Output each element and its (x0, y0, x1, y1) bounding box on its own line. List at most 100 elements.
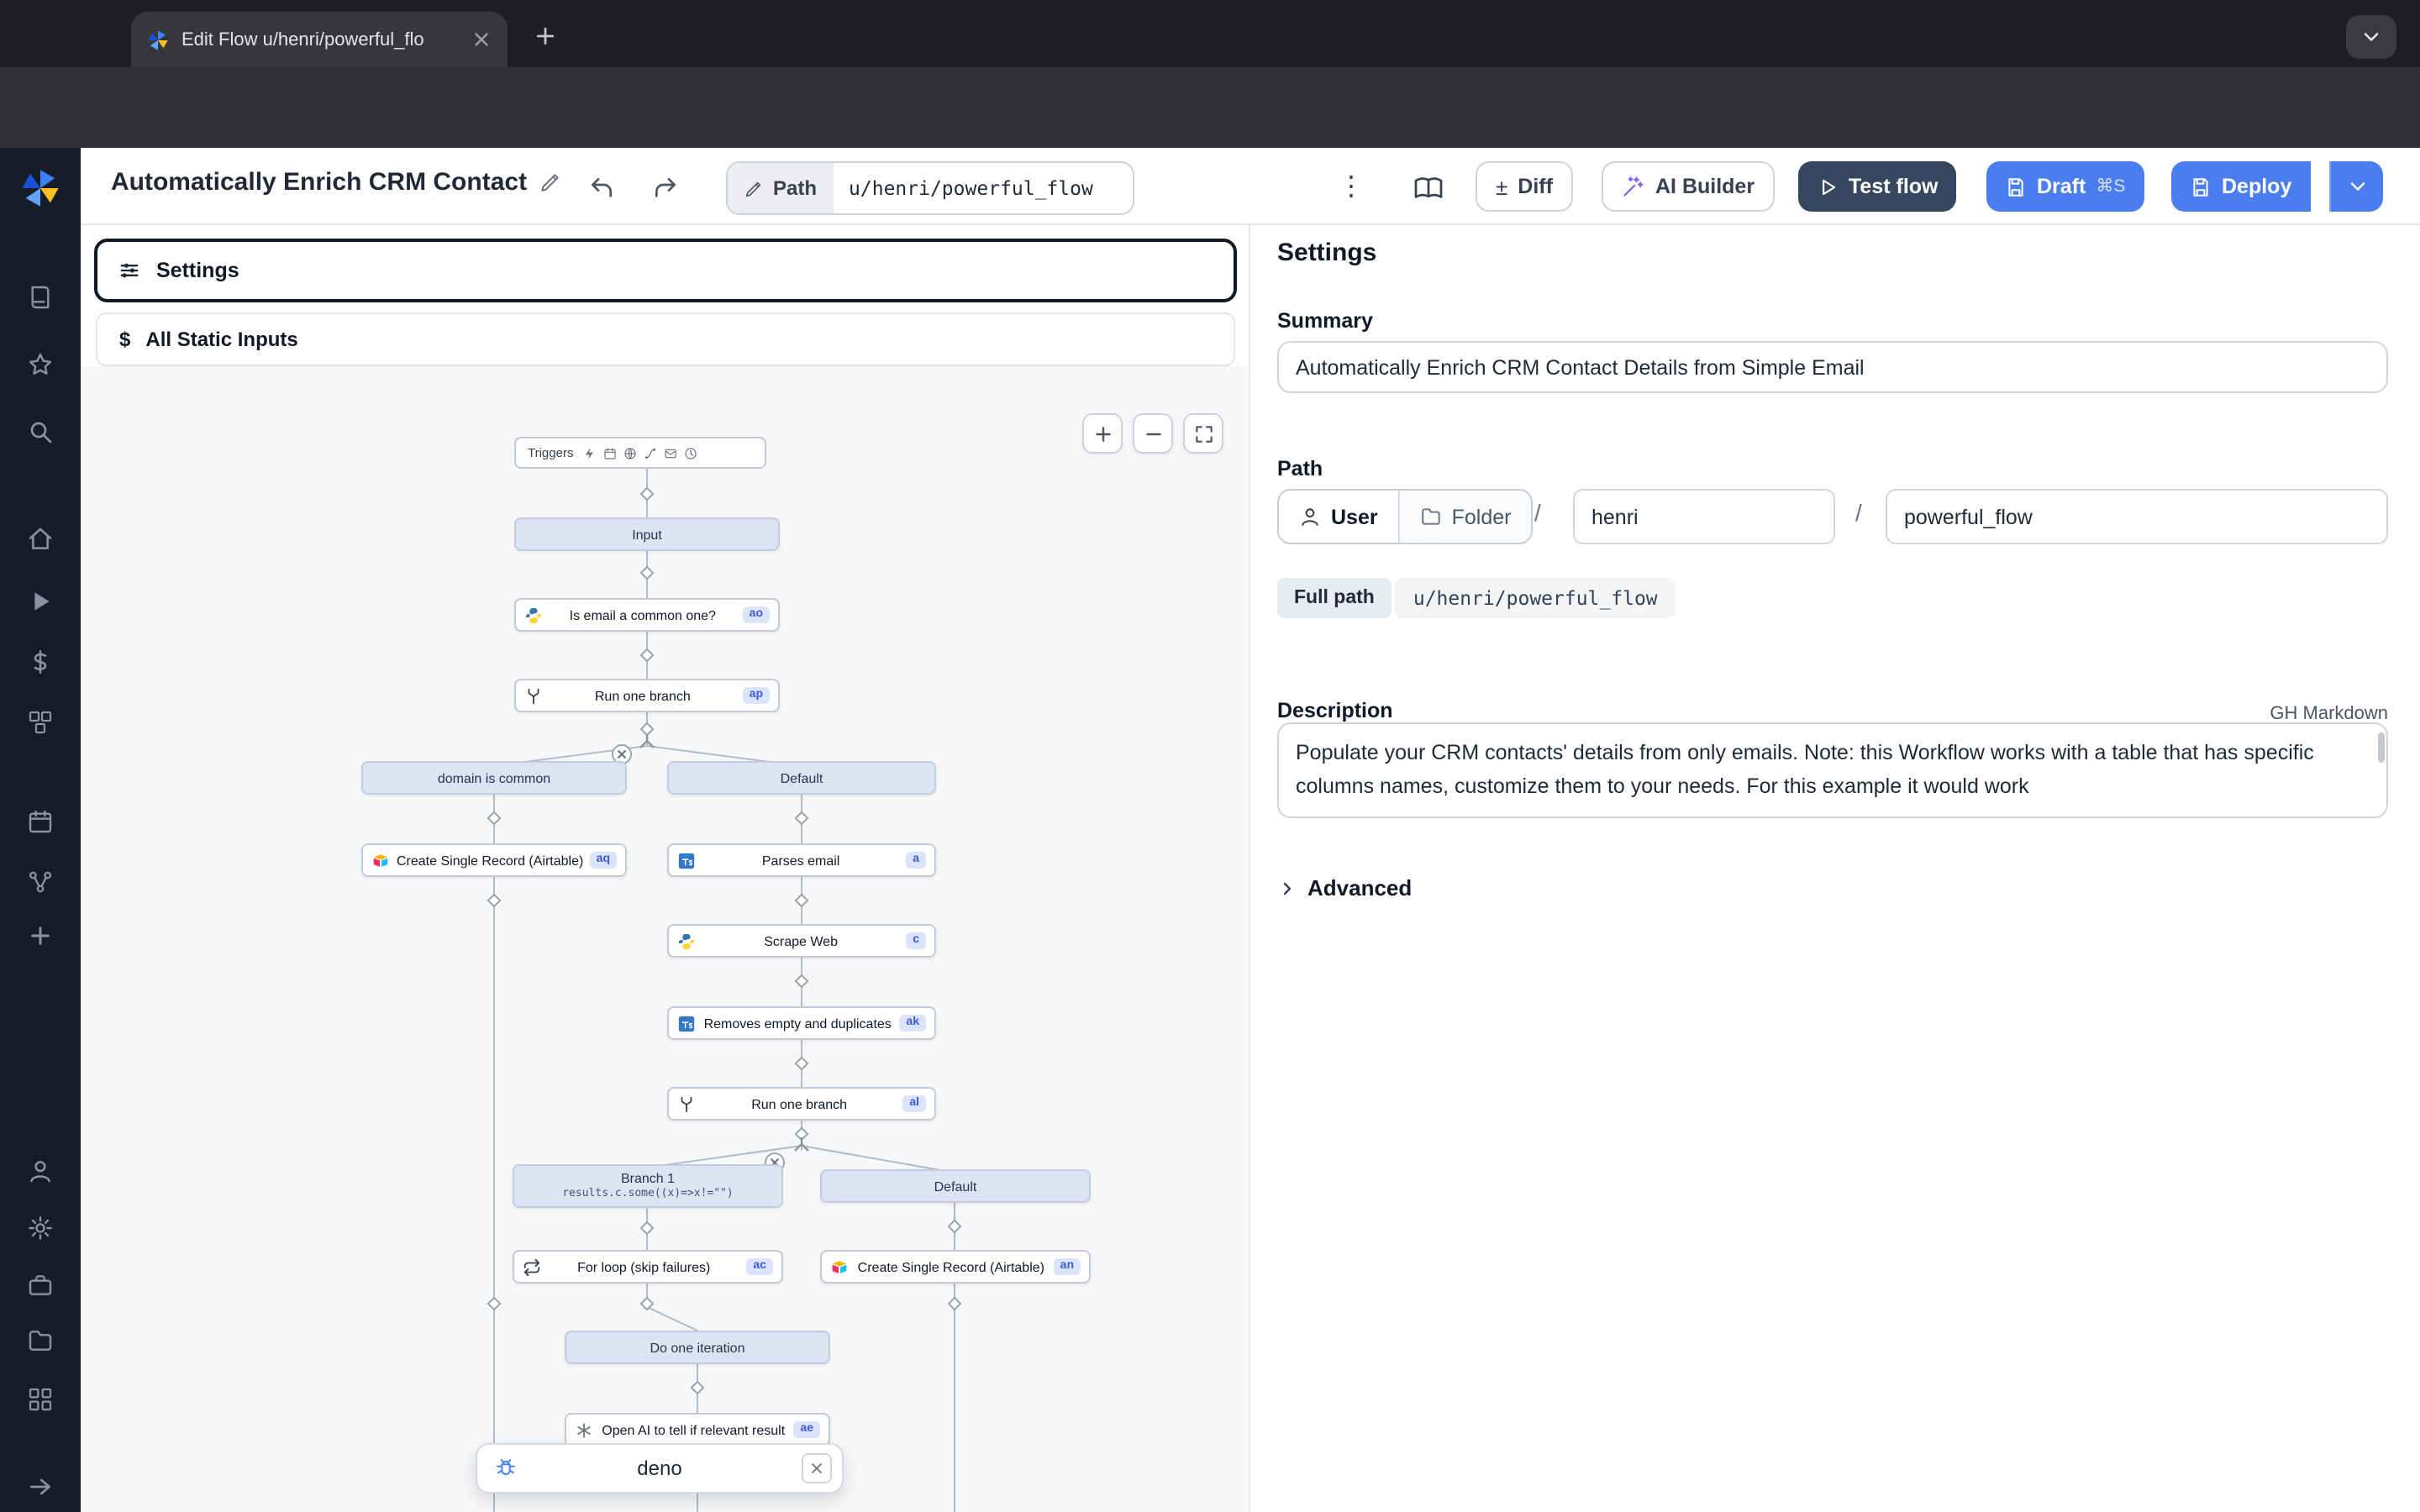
draft-button[interactable]: Draft ⌘S (1986, 161, 2144, 212)
sidebar-user-icon[interactable] (27, 1158, 54, 1184)
flow-node-create-record-right[interactable]: Create Single Record (Airtable) an (820, 1250, 1091, 1284)
flow-branch-default-2[interactable]: Default (820, 1169, 1091, 1203)
path-separator: / (1534, 499, 1541, 526)
user-toggle[interactable]: User (1279, 491, 1398, 543)
flow-path-input[interactable] (834, 163, 1133, 213)
windmill-app: Automatically Enrich CRM Contact Path ⋮ … (0, 148, 2420, 1512)
deploy-dropdown-button[interactable] (2329, 161, 2383, 212)
typescript-icon (677, 1014, 696, 1032)
flow-branch-default[interactable]: Default (667, 761, 936, 795)
windmill-logo[interactable] (18, 166, 62, 210)
path-chip-label: Path (728, 163, 834, 213)
airtable-icon (830, 1257, 849, 1276)
zoom-in-button[interactable] (1082, 413, 1123, 454)
flow-node-for-loop[interactable]: For loop (skip failures) ac (513, 1250, 783, 1284)
windmill-favicon (146, 28, 170, 51)
flow-node-scrape-web[interactable]: Scrape Web c (667, 924, 936, 958)
flow-path-chip: Path (726, 161, 1134, 215)
ai-builder-button[interactable]: AI Builder (1602, 161, 1775, 212)
branch-icon (677, 1095, 696, 1113)
sidebar-add-icon[interactable] (27, 922, 54, 949)
flow-title[interactable]: Automatically Enrich CRM Contact (111, 168, 560, 197)
flow-node-run-one-branch[interactable]: Run one branch ap (514, 679, 780, 712)
zoom-out-button[interactable] (1133, 413, 1173, 454)
advanced-toggle[interactable]: Advanced (1277, 875, 1412, 900)
trigger-route-icon[interactable] (644, 446, 657, 459)
test-flow-button[interactable]: Test flow (1798, 161, 1957, 212)
trigger-clock-icon[interactable] (684, 446, 697, 459)
sidebar-apps-icon[interactable] (27, 1386, 54, 1413)
sidebar-workers-icon[interactable] (27, 1272, 54, 1299)
flow-branch-1[interactable]: Branch 1 results.c.some((x)=>x!="") (513, 1164, 783, 1208)
flow-settings-item[interactable]: Settings (94, 239, 1237, 302)
branch-icon (524, 686, 543, 705)
screen: Edit Flow u/henri/powerful_flo app.windm… (0, 0, 2420, 1512)
flow-node-create-record-left[interactable]: Create Single Record (Airtable) aq (361, 843, 627, 877)
loop-icon (523, 1257, 541, 1276)
new-tab-button[interactable] (528, 18, 561, 52)
folder-toggle[interactable]: Folder (1398, 491, 1532, 543)
browser-tab[interactable]: Edit Flow u/henri/powerful_flo (131, 12, 508, 67)
flow-node-run-one-branch-2[interactable]: Run one branch al (667, 1087, 936, 1121)
sidebar-favorites-icon[interactable] (27, 351, 54, 378)
trigger-webhook-icon[interactable] (623, 446, 637, 459)
sidebar-runs-icon[interactable] (27, 284, 54, 311)
diff-icon: ± (1496, 174, 1507, 199)
edit-title-pencil-icon[interactable] (539, 171, 560, 193)
trigger-schedule-icon[interactable] (603, 446, 617, 459)
app-sidebar (0, 148, 81, 1512)
sidebar-expand-icon[interactable] (27, 1473, 54, 1500)
folder-icon (1420, 506, 1442, 528)
chevron-right-icon (1277, 878, 1297, 898)
flow-node-do-one-iteration[interactable]: Do one iteration (565, 1331, 830, 1364)
sidebar-variables-icon[interactable] (27, 648, 54, 675)
flow-node-openai-relevance[interactable]: Open AI to tell if relevant result ae (565, 1413, 830, 1446)
path-owner-input[interactable] (1573, 489, 1835, 544)
all-static-inputs-item[interactable]: $ All Static Inputs (96, 312, 1235, 366)
flow-canvas[interactable]: Triggers Input Is email (81, 366, 1249, 1512)
path-label: Path (1277, 457, 1323, 480)
trigger-bolt-icon[interactable] (583, 446, 597, 459)
undo-button[interactable] (585, 171, 618, 205)
sidebar-settings-icon[interactable] (27, 1215, 54, 1242)
tab-search-button[interactable] (2346, 15, 2396, 59)
sidebar-home-icon[interactable] (27, 526, 54, 553)
full-path-row: Full path u/henri/powerful_flow (1277, 578, 1676, 618)
deploy-button[interactable]: Deploy (2171, 161, 2310, 212)
path-name-input[interactable] (1886, 489, 2388, 544)
diff-button[interactable]: ± Diff (1476, 161, 1573, 212)
flow-branch-domain-common[interactable]: domain is common (361, 761, 627, 795)
sidebar-resources-icon[interactable] (27, 709, 54, 736)
save-icon (2005, 176, 2027, 197)
description-label: Description (1277, 699, 1393, 722)
airtable-icon (371, 851, 390, 869)
popup-close-button[interactable] (802, 1453, 832, 1483)
deploy-save-icon (2190, 176, 2212, 197)
more-options-kebab[interactable]: ⋮ (1338, 171, 1361, 205)
sidebar-triggers-icon[interactable] (27, 869, 54, 895)
flow-node-email-check[interactable]: Is email a common one? ao (514, 598, 780, 632)
flow-node-parses-email[interactable]: Parses email a (667, 843, 936, 877)
draft-shortcut: ⌘S (2096, 176, 2125, 197)
owner-kind-toggle: User Folder (1277, 489, 1533, 544)
fit-view-button[interactable] (1183, 413, 1223, 454)
summary-input[interactable] (1277, 341, 2388, 393)
sidebar-folders-icon[interactable] (27, 1327, 54, 1354)
python-icon (524, 606, 543, 624)
ai-wand-icon (1622, 175, 1645, 198)
gh-markdown-hint: GH Markdown (2270, 704, 2388, 724)
description-scrollbar[interactable] (2378, 732, 2385, 763)
flow-node-input[interactable]: Input (514, 517, 780, 551)
docs-book-icon[interactable] (1412, 171, 1445, 205)
browser-tab-strip: Edit Flow u/henri/powerful_flo (0, 0, 2420, 67)
tab-close-icon[interactable] (471, 29, 492, 50)
triggers-node[interactable]: Triggers (514, 437, 766, 469)
description-textarea[interactable]: Populate your CRM contacts' details from… (1277, 722, 2388, 818)
sidebar-runs-play-icon[interactable] (27, 588, 54, 615)
sidebar-schedules-icon[interactable] (27, 808, 54, 835)
flow-node-removes-empty[interactable]: Removes empty and duplicates ak (667, 1006, 936, 1040)
full-path-value: u/henri/powerful_flow (1395, 578, 1676, 618)
sidebar-search-icon[interactable] (27, 418, 54, 445)
redo-button[interactable] (649, 171, 682, 205)
trigger-email-icon[interactable] (664, 446, 677, 459)
